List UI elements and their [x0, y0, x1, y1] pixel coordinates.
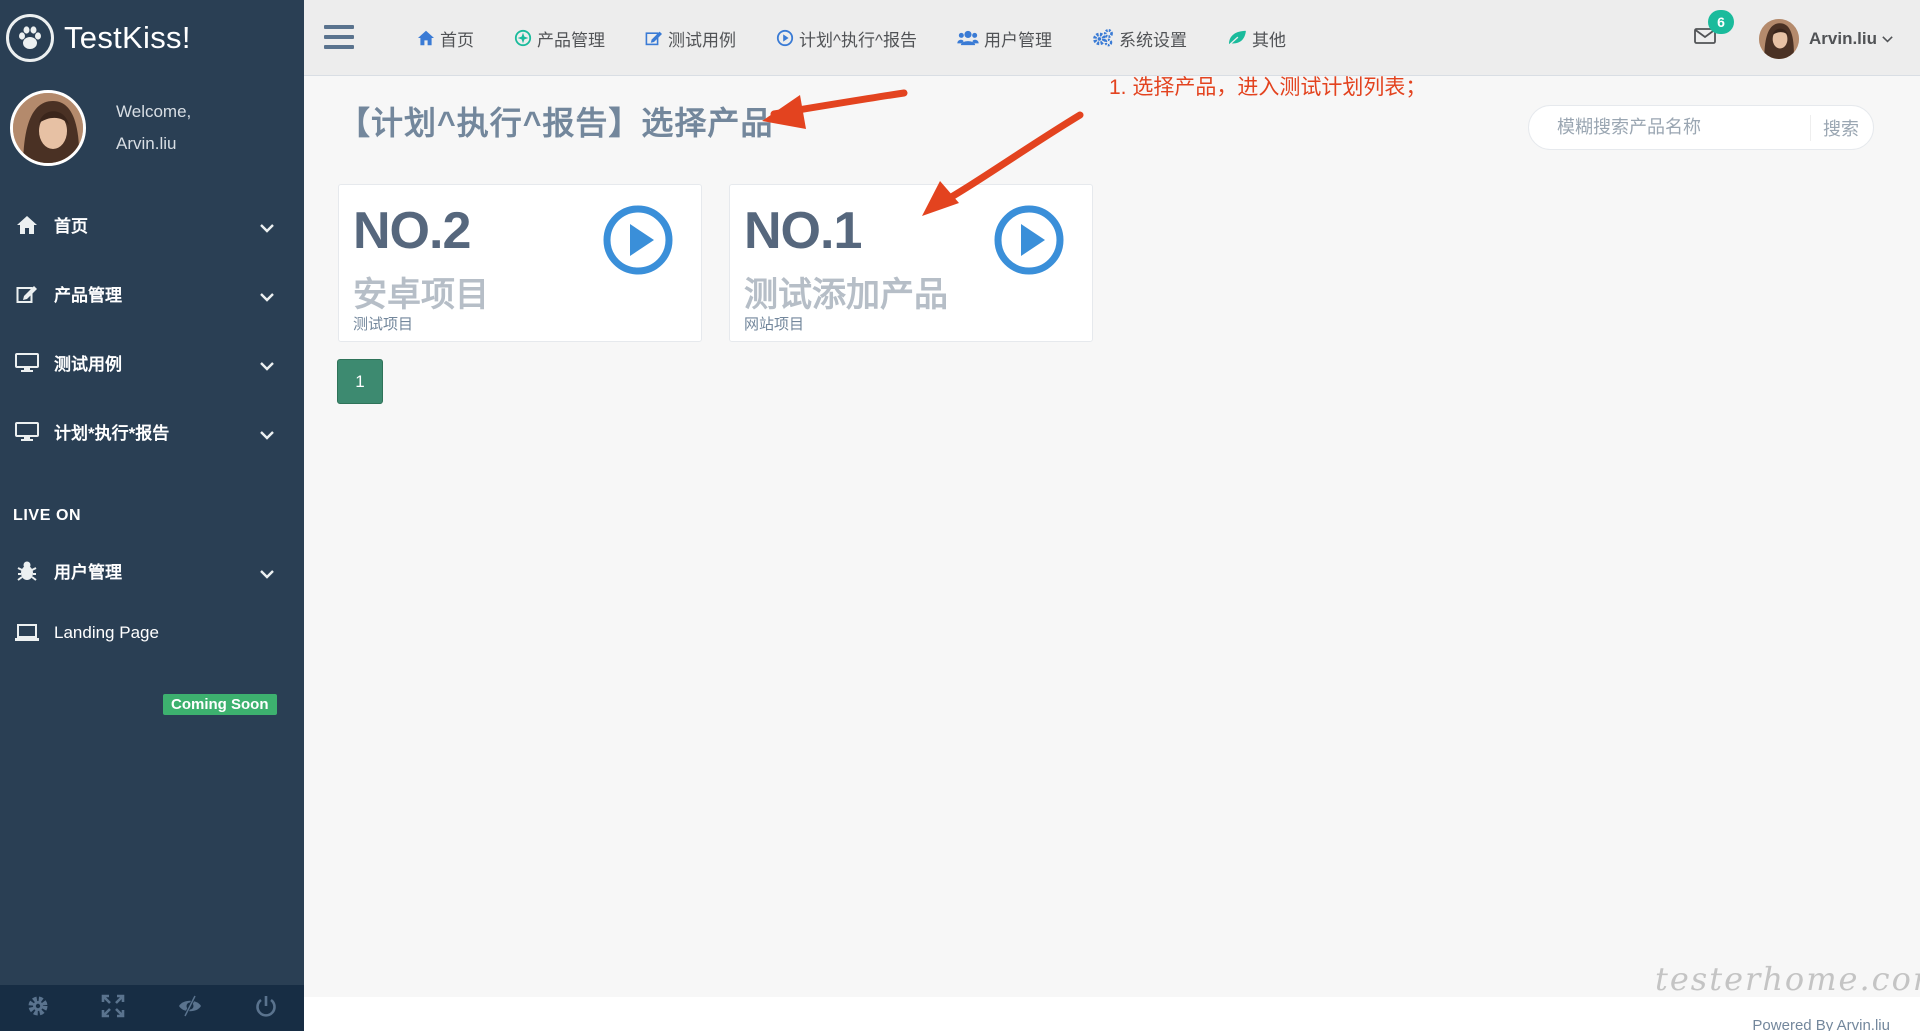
chevron-down-icon — [260, 425, 274, 445]
laptop-icon — [12, 623, 42, 642]
users-icon — [957, 30, 979, 46]
paw-icon — [6, 14, 54, 62]
arrow-to-card — [922, 111, 1084, 216]
topnav-label: 计划^执行^报告 — [799, 30, 917, 50]
topnav-label: 产品管理 — [537, 30, 605, 50]
welcome-text: Welcome, Arvin.liu — [116, 96, 191, 160]
desktop-icon — [12, 352, 42, 373]
topnav-item-products[interactable]: 产品管理 — [514, 26, 605, 51]
footer: Powered By Arvin.liu — [304, 997, 1920, 1031]
eye-slash-icon[interactable] — [177, 994, 203, 1023]
topnav-item-other[interactable]: 其他 — [1227, 26, 1286, 51]
topnav-item-users[interactable]: 用户管理 — [957, 26, 1052, 51]
sidebar-item-label: 首页 — [54, 217, 88, 236]
avatar — [1759, 19, 1799, 59]
sidebar-item-label: 计划*执行*报告 — [54, 424, 170, 443]
section-label-live-on: LIVE ON — [13, 507, 82, 524]
chevron-down-icon — [260, 564, 274, 584]
sidebar-item-label: 产品管理 — [54, 286, 122, 305]
arrow-to-title — [762, 89, 908, 129]
chevron-down-icon — [260, 287, 274, 307]
topnav-label: 测试用例 — [668, 30, 736, 50]
sidebar-item-plan-report[interactable]: 计划*执行*报告 — [0, 397, 304, 466]
power-icon[interactable] — [254, 994, 278, 1023]
cogs-icon — [1092, 29, 1114, 47]
chevron-down-icon — [260, 218, 274, 238]
topnav-item-plan-report[interactable]: 计划^执行^报告 — [776, 26, 917, 51]
leaf-icon — [1227, 30, 1247, 46]
topnav-item-settings[interactable]: 系统设置 — [1092, 26, 1187, 51]
sidebar-item-home[interactable]: 首页 — [0, 190, 304, 259]
topnav-label: 用户管理 — [983, 30, 1052, 50]
mail-count-badge: 6 — [1708, 10, 1734, 34]
edit-icon — [645, 30, 663, 46]
user-name: Arvin.liu — [1809, 29, 1878, 48]
fullscreen-icon[interactable] — [101, 994, 125, 1023]
settings-icon[interactable] — [26, 994, 50, 1023]
chevron-down-icon — [260, 356, 274, 376]
sidebar-item-landing-page[interactable]: Landing Page — [0, 605, 304, 660]
annotation-arrows — [762, 89, 1084, 216]
main-content: 【计划^执行^报告】选择产品 1. 选择产品，进入测试计划列表； 搜索 NO.2… — [304, 76, 1920, 997]
home-icon — [12, 215, 42, 235]
topnav-label: 其他 — [1251, 30, 1286, 50]
chevron-down-icon — [1882, 35, 1893, 43]
coming-soon-badge: Coming Soon — [163, 694, 277, 715]
welcome-user: Arvin.liu — [116, 134, 177, 153]
desktop-icon — [12, 421, 42, 442]
topnav-item-home[interactable]: 首页 — [417, 26, 474, 51]
welcome-label: Welcome, — [116, 102, 192, 121]
avatar[interactable] — [10, 90, 86, 166]
sidebar-footer — [0, 985, 304, 1031]
sidebar-item-testcases[interactable]: 测试用例 — [0, 328, 304, 397]
gear-leaf-icon — [514, 29, 532, 47]
play-circle-icon — [776, 29, 794, 47]
edit-icon — [12, 284, 42, 304]
home-icon — [417, 30, 435, 46]
sidebar-item-users[interactable]: 用户管理 — [0, 536, 304, 605]
top-nav: 首页 产品管理 测试用例 计划^执行^报告 用户管理 系统设置 其他 6 Arv… — [304, 0, 1920, 76]
brand-name: TestKiss! — [64, 20, 191, 55]
user-menu[interactable]: Arvin.liu — [1759, 19, 1893, 59]
top-menu: 首页 产品管理 测试用例 计划^执行^报告 用户管理 系统设置 其他 — [417, 0, 1326, 76]
watermark: testerhome.com — [1655, 960, 1920, 998]
sidebar-nav: 首页 产品管理 测试用例 计划*执行*报告 LIVE ON 用户管理 Landi… — [0, 190, 304, 660]
footer-text: Powered By Arvin.liu — [1752, 1017, 1890, 1031]
bug-icon — [12, 560, 42, 582]
menu-toggle-icon[interactable] — [324, 25, 354, 55]
sidebar-item-label: 用户管理 — [54, 563, 122, 582]
sidebar-item-label: 测试用例 — [54, 355, 122, 374]
brand[interactable]: TestKiss! — [0, 0, 304, 76]
sidebar-item-label: Landing Page — [54, 622, 159, 642]
topnav-item-testcases[interactable]: 测试用例 — [645, 26, 736, 51]
profile: Welcome, Arvin.liu — [0, 76, 304, 180]
topnav-label: 首页 — [440, 30, 474, 50]
sidebar-item-products[interactable]: 产品管理 — [0, 259, 304, 328]
sidebar: TestKiss! Welcome, Arvin.liu 首页 产品管理 测试用… — [0, 0, 304, 1031]
topnav-label: 系统设置 — [1118, 30, 1187, 50]
